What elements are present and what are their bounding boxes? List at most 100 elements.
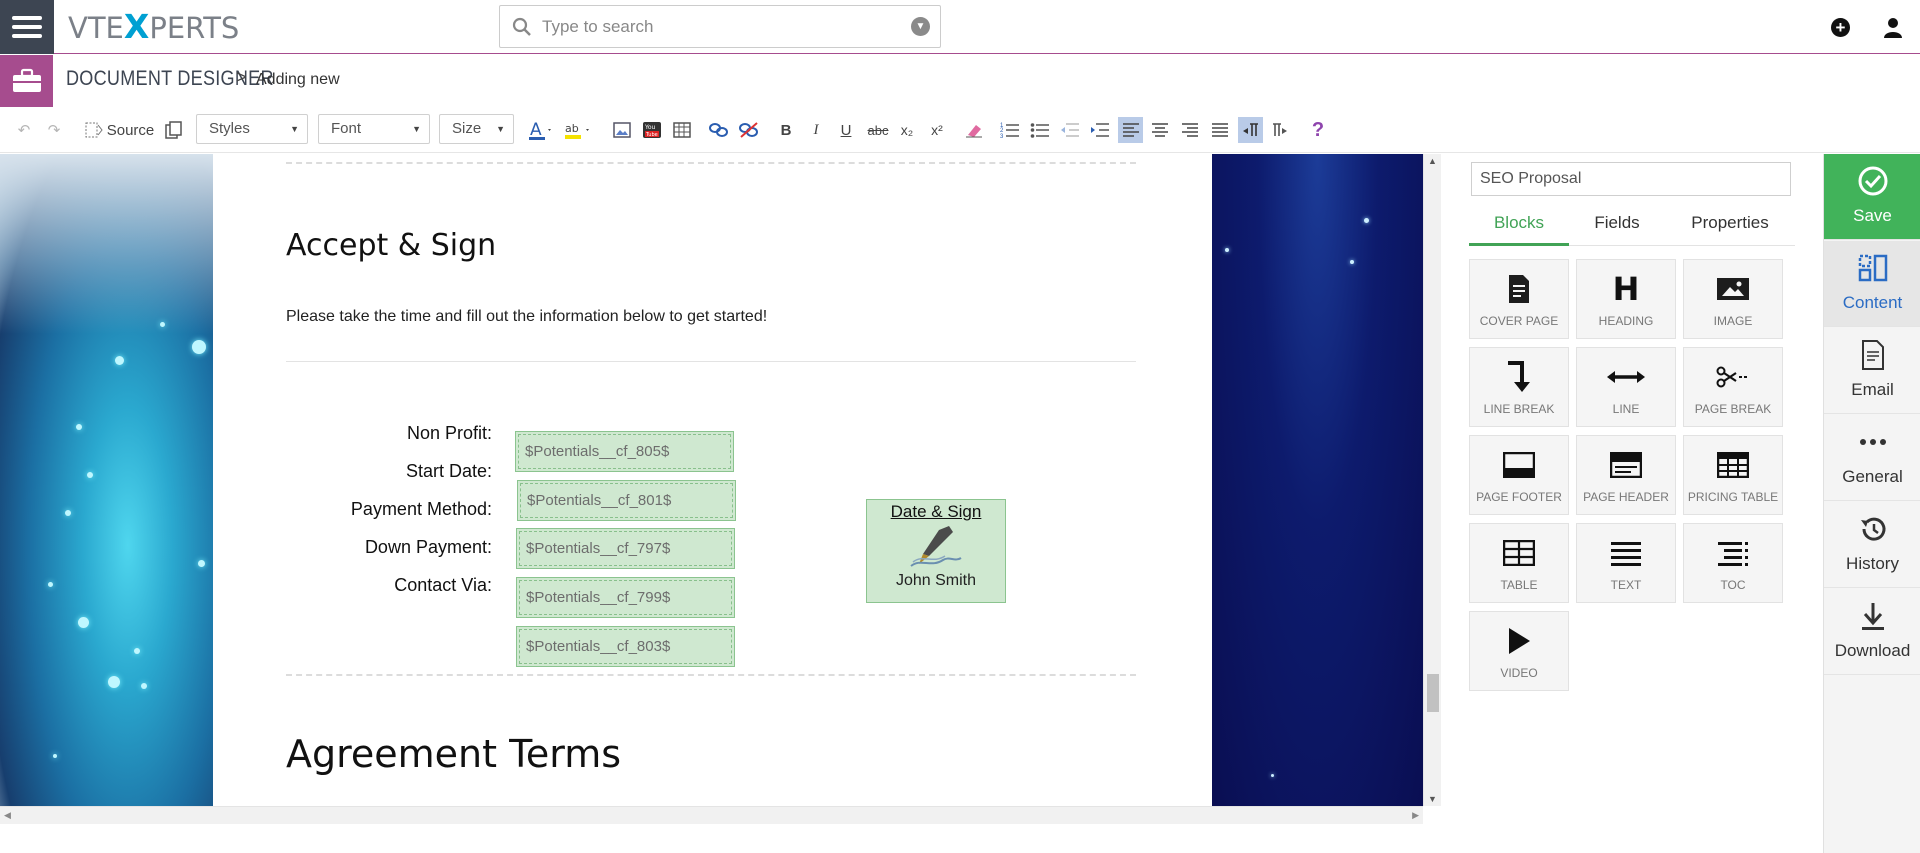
templates-icon[interactable]	[162, 117, 186, 143]
outdent-icon[interactable]	[1058, 117, 1082, 143]
italic-button[interactable]: I	[806, 117, 826, 143]
block-text[interactable]: TEXT	[1576, 523, 1676, 603]
block-line-break[interactable]: LINE BREAK	[1469, 347, 1569, 427]
menu-label: Email	[1851, 380, 1894, 399]
menu-content[interactable]: Content	[1824, 241, 1920, 327]
styles-select[interactable]: Styles ▼	[196, 114, 308, 144]
underline-button[interactable]: U	[836, 117, 856, 143]
unlink-icon[interactable]	[736, 117, 762, 143]
text-direction-ltr-icon[interactable]	[1238, 117, 1263, 143]
agreement-terms-heading[interactable]: Agreement Terms	[286, 732, 621, 776]
align-right-icon[interactable]	[1178, 117, 1202, 143]
scroll-up-icon[interactable]: ▲	[1428, 156, 1437, 166]
highlight-color-icon[interactable]: ab	[562, 117, 594, 143]
scroll-down-icon[interactable]: ▼	[1428, 794, 1437, 804]
indent-icon[interactable]	[1088, 117, 1112, 143]
tab-blocks[interactable]: Blocks	[1469, 206, 1569, 246]
sparkle	[65, 510, 71, 516]
quick-create-plus-icon[interactable]: +	[1831, 18, 1850, 37]
svg-text:ab: ab	[565, 122, 579, 135]
briefcase-icon[interactable]	[0, 55, 53, 107]
redo-icon[interactable]: ↷	[42, 117, 66, 143]
tab-properties[interactable]: Properties	[1665, 206, 1795, 246]
youtube-icon[interactable]: You Tube	[640, 117, 664, 143]
logo-x: X	[123, 7, 150, 46]
page-break-divider	[286, 674, 1136, 676]
hamburger-line	[12, 16, 42, 20]
menu-label: Save	[1853, 206, 1892, 225]
font-select[interactable]: Font ▼	[318, 114, 430, 144]
menu-hamburger-button[interactable]	[0, 0, 54, 54]
sparkle	[78, 617, 89, 628]
align-center-icon[interactable]	[1148, 117, 1172, 143]
global-search: ▼	[499, 5, 941, 48]
background-gradient	[0, 154, 213, 334]
document-page[interactable]: Accept & Sign Please take the time and f…	[213, 154, 1212, 806]
image-icon	[1684, 272, 1782, 306]
vertical-scrollbar[interactable]: ▲ ▼	[1423, 154, 1441, 806]
merge-field[interactable]: $Potentials__cf_801$	[517, 480, 736, 521]
subscript-button[interactable]: x₂	[896, 117, 918, 143]
image-icon[interactable]	[610, 117, 634, 143]
search-input[interactable]	[542, 14, 902, 40]
merge-field[interactable]: $Potentials__cf_803$	[516, 626, 735, 667]
block-cover-page[interactable]: COVER PAGE	[1469, 259, 1569, 339]
text-direction-rtl-icon[interactable]	[1268, 117, 1292, 143]
scroll-left-icon[interactable]: ◀	[4, 810, 11, 821]
block-heading[interactable]: H HEADING	[1576, 259, 1676, 339]
block-pricing-table[interactable]: PRICING TABLE	[1683, 435, 1783, 515]
menu-label: Download	[1834, 641, 1911, 660]
help-icon[interactable]: ?	[1306, 117, 1330, 143]
block-page-break[interactable]: PAGE BREAK	[1683, 347, 1783, 427]
page-footer-icon	[1470, 448, 1568, 482]
block-video[interactable]: VIDEO	[1469, 611, 1569, 691]
vtexperts-logo[interactable]: VTEXPERTS	[68, 10, 239, 45]
block-line[interactable]: LINE	[1576, 347, 1676, 427]
strikethrough-button[interactable]: abc	[864, 117, 892, 143]
align-left-icon[interactable]	[1118, 117, 1143, 143]
star	[1225, 248, 1229, 252]
menu-download[interactable]: Download	[1824, 589, 1920, 675]
align-justify-icon[interactable]	[1208, 117, 1232, 143]
block-label: PAGE HEADER	[1583, 490, 1669, 504]
save-button[interactable]: Save	[1824, 154, 1920, 240]
block-image[interactable]: IMAGE	[1683, 259, 1783, 339]
block-page-header[interactable]: PAGE HEADER	[1576, 435, 1676, 515]
merge-field[interactable]: $Potentials__cf_797$	[516, 528, 735, 569]
source-button[interactable]: Source	[82, 117, 156, 143]
table-insert-icon[interactable]	[670, 117, 694, 143]
sparkle	[87, 472, 93, 478]
menu-history[interactable]: History	[1824, 502, 1920, 588]
undo-icon[interactable]: ↶	[12, 117, 36, 143]
link-icon[interactable]	[706, 117, 732, 143]
signature-block[interactable]: Date & Sign John Smith	[866, 499, 1006, 603]
block-table[interactable]: TABLE	[1469, 523, 1569, 603]
superscript-button[interactable]: x²	[926, 117, 948, 143]
bold-button[interactable]: B	[776, 117, 796, 143]
template-name-input[interactable]	[1471, 162, 1791, 196]
menu-email[interactable]: Email	[1824, 328, 1920, 414]
search-dropdown-icon[interactable]: ▼	[911, 17, 930, 36]
size-select[interactable]: Size ▼	[439, 114, 514, 144]
tab-fields[interactable]: Fields	[1569, 206, 1665, 246]
block-label: IMAGE	[1713, 314, 1753, 328]
block-toc[interactable]: TOC	[1683, 523, 1783, 603]
line-divider	[286, 361, 1136, 362]
accept-sign-heading[interactable]: Accept & Sign	[286, 228, 496, 263]
merge-field[interactable]: $Potentials__cf_805$	[515, 431, 734, 472]
svg-text:3: 3	[1000, 134, 1004, 139]
logo-text: VTE	[68, 11, 124, 45]
scroll-right-icon[interactable]: ▶	[1412, 810, 1419, 821]
horizontal-scrollbar[interactable]: ◀ ▶	[0, 806, 1423, 824]
scrollbar-thumb[interactable]	[1427, 674, 1439, 712]
merge-field[interactable]: $Potentials__cf_799$	[516, 577, 735, 618]
intro-paragraph[interactable]: Please take the time and fill out the in…	[286, 308, 767, 326]
bullet-list-icon[interactable]	[1028, 117, 1052, 143]
block-page-footer[interactable]: PAGE FOOTER	[1469, 435, 1569, 515]
text-color-icon[interactable]: A	[526, 117, 556, 143]
user-account-icon[interactable]	[1883, 17, 1903, 39]
numbered-list-icon[interactable]: 123	[998, 117, 1022, 143]
sparkle	[198, 560, 205, 567]
remove-format-icon[interactable]	[962, 117, 986, 143]
menu-general[interactable]: General	[1824, 415, 1920, 501]
